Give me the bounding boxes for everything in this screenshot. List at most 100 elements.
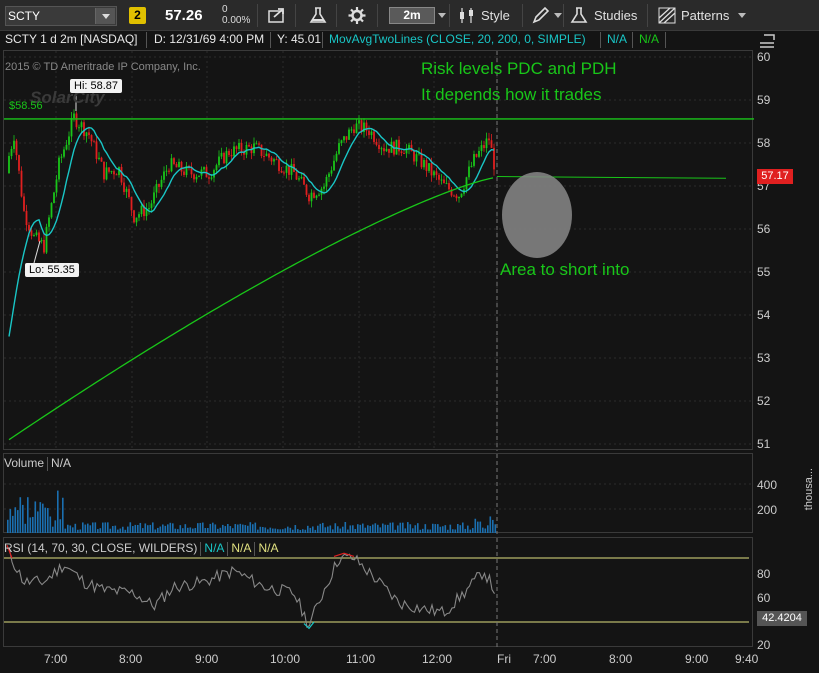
chevron-down-icon[interactable] xyxy=(738,13,746,18)
volume-bar xyxy=(9,509,12,533)
studies-flask-icon[interactable] xyxy=(568,5,590,26)
volume-bar xyxy=(202,522,204,533)
volume-bar xyxy=(454,529,457,533)
info-divider xyxy=(146,32,147,48)
price-pane[interactable] xyxy=(3,50,754,451)
share-icon[interactable] xyxy=(266,5,288,26)
candle-body xyxy=(425,160,428,171)
candle-body xyxy=(445,183,448,185)
patterns-icon[interactable] xyxy=(656,5,678,26)
candle-body xyxy=(438,174,440,180)
volume-bar xyxy=(57,490,59,533)
volume-pane[interactable] xyxy=(3,453,754,534)
link-group-badge[interactable]: 2 xyxy=(129,7,146,24)
volume-bar xyxy=(357,524,359,533)
symbol-input[interactable] xyxy=(8,8,94,24)
volume-label[interactable]: Volume xyxy=(4,456,44,470)
volume-bar xyxy=(99,528,102,533)
candle-body xyxy=(475,154,478,157)
candle-body xyxy=(43,239,45,253)
rsi-oversold-value: N/A xyxy=(258,541,279,555)
candle-body xyxy=(128,188,130,198)
patterns-menu[interactable]: Patterns xyxy=(681,8,729,23)
price-axis-label: 56 xyxy=(757,222,771,236)
candle-body xyxy=(343,136,345,141)
candle-body xyxy=(325,176,328,187)
chevron-down-icon[interactable] xyxy=(554,13,562,18)
volume-bar xyxy=(252,524,254,533)
study-label[interactable]: MovAvgTwoLines (CLOSE, 20, 200, 0, SIMPL… xyxy=(329,32,586,46)
volume-bar xyxy=(337,526,339,533)
volume-bar xyxy=(314,529,317,533)
volume-bar xyxy=(199,522,202,533)
volume-bar xyxy=(52,526,54,533)
aggregation-button[interactable]: 2m xyxy=(389,7,435,24)
candle-body xyxy=(415,154,418,162)
volume-bar xyxy=(439,526,442,533)
volume-bar xyxy=(302,529,304,533)
high-callout: Hi: 58.87 xyxy=(70,79,123,93)
volume-bar xyxy=(279,529,282,533)
candle-body xyxy=(170,158,173,172)
candle-body xyxy=(435,171,438,175)
candle-body xyxy=(8,156,10,174)
studies-menu[interactable]: Studies xyxy=(594,8,637,23)
toolbar-divider xyxy=(522,4,523,27)
toolbar-divider xyxy=(449,4,450,27)
symbol-dropdown-button[interactable] xyxy=(95,8,115,24)
candle-body xyxy=(275,159,278,161)
volume-bar xyxy=(194,528,197,533)
rsi-label[interactable]: RSI (14, 70, 30, CLOSE, WILDERS) xyxy=(4,541,197,555)
candle-body xyxy=(38,232,40,242)
volume-bar xyxy=(144,523,147,533)
maximize-icon[interactable] xyxy=(758,33,776,49)
volume-bar xyxy=(332,529,334,533)
volume-chart[interactable] xyxy=(4,454,754,534)
volume-bar xyxy=(404,528,407,533)
volume-bar xyxy=(289,527,292,533)
symbol-selector[interactable] xyxy=(5,6,117,26)
volume-bar xyxy=(364,527,367,533)
candle-body xyxy=(485,138,488,149)
volume-bar xyxy=(389,522,392,533)
low-pointer xyxy=(33,240,41,264)
drawing-pencil-icon[interactable] xyxy=(530,5,552,26)
volume-bar xyxy=(104,522,107,533)
flask-icon[interactable] xyxy=(307,5,329,26)
volume-bar xyxy=(272,528,274,533)
candle-body xyxy=(63,149,65,157)
candle-body xyxy=(30,230,33,236)
candle-body xyxy=(305,184,308,195)
candle-body xyxy=(50,203,53,218)
volume-bar xyxy=(472,528,474,533)
candlestick-icon[interactable] xyxy=(456,5,478,26)
volume-bar xyxy=(402,522,404,533)
gear-icon[interactable] xyxy=(346,5,368,26)
candle-body xyxy=(383,148,385,152)
candle-body xyxy=(348,129,350,140)
volume-bar xyxy=(19,497,22,533)
volume-bar xyxy=(167,524,169,533)
candle-body xyxy=(195,176,198,180)
candle-body xyxy=(308,194,310,202)
candle-body xyxy=(388,148,390,153)
volume-bar xyxy=(347,529,349,533)
volume-bar xyxy=(372,524,374,533)
time-axis-label: Fri xyxy=(497,652,511,666)
chevron-down-icon[interactable] xyxy=(438,13,446,18)
volume-bar xyxy=(174,528,177,533)
info-divider xyxy=(632,32,633,48)
volume-bar xyxy=(322,522,324,533)
candle-body xyxy=(125,188,128,192)
volume-bar xyxy=(329,525,332,533)
rsi-line xyxy=(6,547,495,629)
time-axis-label: 9:00 xyxy=(685,652,709,666)
style-menu[interactable]: Style xyxy=(481,8,510,23)
price-chart[interactable] xyxy=(4,51,754,451)
candle-body xyxy=(303,177,305,185)
annotation-short-area: Area to short into xyxy=(500,260,630,279)
volume-bar xyxy=(204,528,207,533)
price-axis-label: 52 xyxy=(757,394,771,408)
volume-bar xyxy=(207,528,209,533)
volume-bar xyxy=(184,524,187,533)
